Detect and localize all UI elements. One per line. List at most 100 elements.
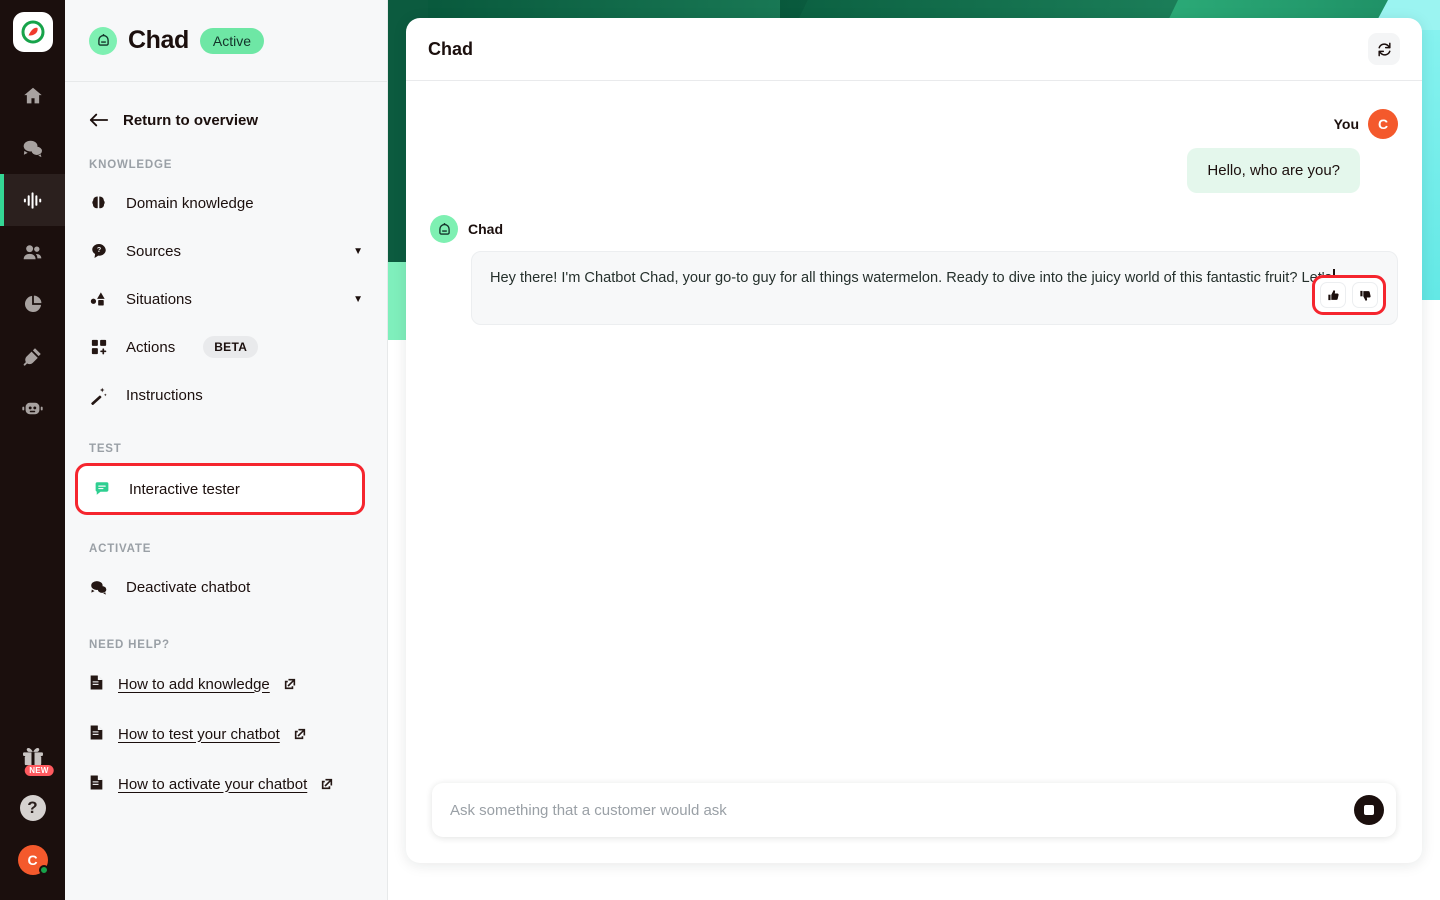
message-bot-header: Chad — [430, 215, 1398, 243]
rail-item-contacts[interactable] — [0, 226, 65, 278]
message-composer — [432, 783, 1396, 837]
rail-item-help[interactable]: ? — [0, 782, 65, 834]
document-icon — [89, 724, 104, 745]
shapes-glyph — [90, 291, 105, 306]
message-text-content: Hey there! I'm Chatbot Chad, your go-to … — [490, 270, 1332, 286]
speech-bubble-glyph — [95, 482, 108, 495]
sidebar-item-label: Sources — [126, 242, 182, 260]
status-badge: Active — [199, 27, 265, 54]
section-label-need-help: NEED HELP? — [89, 639, 170, 651]
rail-bottom: NEW ? C — [0, 730, 65, 900]
rail-item-analytics[interactable] — [0, 278, 65, 330]
message-bubble-bot: Hey there! I'm Chatbot Chad, your go-to … — [471, 251, 1398, 325]
chat-bubbles-glyph — [91, 580, 107, 595]
magic-wand-glyph — [91, 387, 107, 405]
beta-badge: BETA — [203, 336, 259, 358]
plug-icon — [23, 347, 41, 366]
chat-messages: You C Hello, who are you? Chad Hey there… — [406, 81, 1422, 783]
chevron-down-icon[interactable]: ▼ — [353, 246, 363, 257]
page-title: Chad — [128, 26, 189, 54]
chat-footer — [406, 783, 1422, 863]
new-badge: NEW — [24, 765, 54, 776]
refresh-icon — [1377, 42, 1391, 56]
thumbs-down-icon — [1359, 290, 1371, 301]
chat-header: Chad — [406, 18, 1422, 81]
sidebar-item-domain-knowledge[interactable]: Domain knowledge — [89, 179, 363, 227]
message-user-header: You C — [1334, 109, 1398, 139]
sidebar-item-sources[interactable]: ? Sources ▼ — [89, 227, 363, 275]
message-bot: Chad Hey there! I'm Chatbot Chad, your g… — [430, 215, 1398, 325]
document-icon — [89, 774, 104, 795]
question-mark-icon: ? — [19, 795, 46, 821]
chat-bubbles-icon — [23, 140, 42, 157]
rail-item-home[interactable] — [0, 70, 65, 122]
message-user: You C Hello, who are you? — [430, 109, 1398, 193]
stop-icon — [1364, 805, 1374, 815]
magic-wand-icon — [89, 386, 108, 405]
home-icon — [23, 87, 42, 104]
external-link-icon — [294, 728, 305, 740]
thumbs-up-button[interactable] — [1320, 282, 1346, 308]
app-logo[interactable] — [12, 12, 53, 52]
grid-plus-icon — [89, 338, 108, 356]
brain-icon — [89, 194, 108, 213]
robot-head-icon — [430, 215, 458, 243]
arrow-left-icon — [89, 113, 109, 127]
robot-head-glyph — [97, 34, 109, 46]
help-link-label: How to activate your chatbot — [118, 775, 308, 793]
help-link-label: How to add knowledge — [118, 675, 270, 693]
refresh-button[interactable] — [1368, 33, 1400, 65]
document-glyph — [90, 775, 103, 789]
stop-button[interactable] — [1354, 795, 1384, 825]
document-glyph — [90, 675, 103, 689]
rail-item-account[interactable]: C — [0, 834, 65, 886]
chevron-down-icon[interactable]: ▼ — [353, 294, 363, 305]
avatar: C — [1368, 109, 1398, 139]
svg-text:?: ? — [96, 246, 100, 254]
grid-plus-glyph — [91, 339, 106, 355]
sidebar-item-label: Situations — [126, 290, 192, 308]
online-status-dot — [38, 865, 49, 875]
section-label-knowledge: KNOWLEDGE — [89, 159, 173, 171]
sidebar-item-instructions[interactable]: Instructions — [89, 371, 363, 419]
sidebar-item-label: Actions — [126, 338, 176, 356]
app-root: NEW ? C Chad Active Return to overview K… — [0, 0, 1440, 900]
rail-item-chatbots[interactable] — [0, 174, 65, 226]
thumbs-down-button[interactable] — [1352, 282, 1378, 308]
document-glyph — [90, 725, 103, 739]
sidebar-item-situations[interactable]: Situations ▼ — [89, 275, 363, 323]
chatbot-sidebar: Chad Active Return to overview KNOWLEDGE — [65, 0, 388, 900]
sidebar-body: Return to overview KNOWLEDGE Domain know… — [65, 91, 387, 809]
avatar-initial: C — [27, 852, 38, 868]
sidebar-item-label: Domain knowledge — [126, 194, 254, 212]
sidebar-header: Chad Active — [65, 0, 387, 82]
help-link-test-chatbot[interactable]: How to test your chatbot — [89, 709, 363, 759]
sidebar-item-label: Instructions — [126, 386, 203, 404]
feedback-controls — [1312, 275, 1386, 315]
rail-item-whats-new[interactable]: NEW — [0, 730, 65, 782]
robot-face-icon — [22, 402, 43, 414]
help-link-add-knowledge[interactable]: How to add knowledge — [89, 659, 363, 709]
sidebar-item-actions[interactable]: Actions BETA — [89, 323, 363, 371]
robot-head-glyph — [438, 222, 450, 235]
users-icon — [23, 244, 42, 259]
rail-item-integrations[interactable] — [0, 330, 65, 382]
sidebar-item-interactive-tester[interactable]: Interactive tester — [75, 463, 365, 515]
message-input[interactable] — [450, 801, 1338, 819]
avatar-initial: C — [1377, 116, 1389, 132]
shapes-icon — [89, 290, 108, 309]
sidebar-item-deactivate-chatbot[interactable]: Deactivate chatbot — [89, 563, 363, 611]
external-link-icon — [284, 678, 295, 690]
rail-item-conversations[interactable] — [0, 122, 65, 174]
icon-rail: NEW ? C — [0, 0, 65, 900]
chat-bubbles-icon — [89, 578, 108, 597]
audio-waveform-icon — [23, 191, 42, 209]
chat-title: Chad — [428, 38, 473, 59]
message-author: Chad — [468, 221, 503, 237]
sidebar-item-label: Interactive tester — [129, 480, 240, 498]
robot-head-icon — [89, 26, 117, 55]
rail-item-bots[interactable] — [0, 382, 65, 434]
return-to-overview-link[interactable]: Return to overview — [89, 91, 363, 149]
message-author: You — [1333, 116, 1359, 132]
help-link-activate-chatbot[interactable]: How to activate your chatbot — [89, 759, 363, 809]
